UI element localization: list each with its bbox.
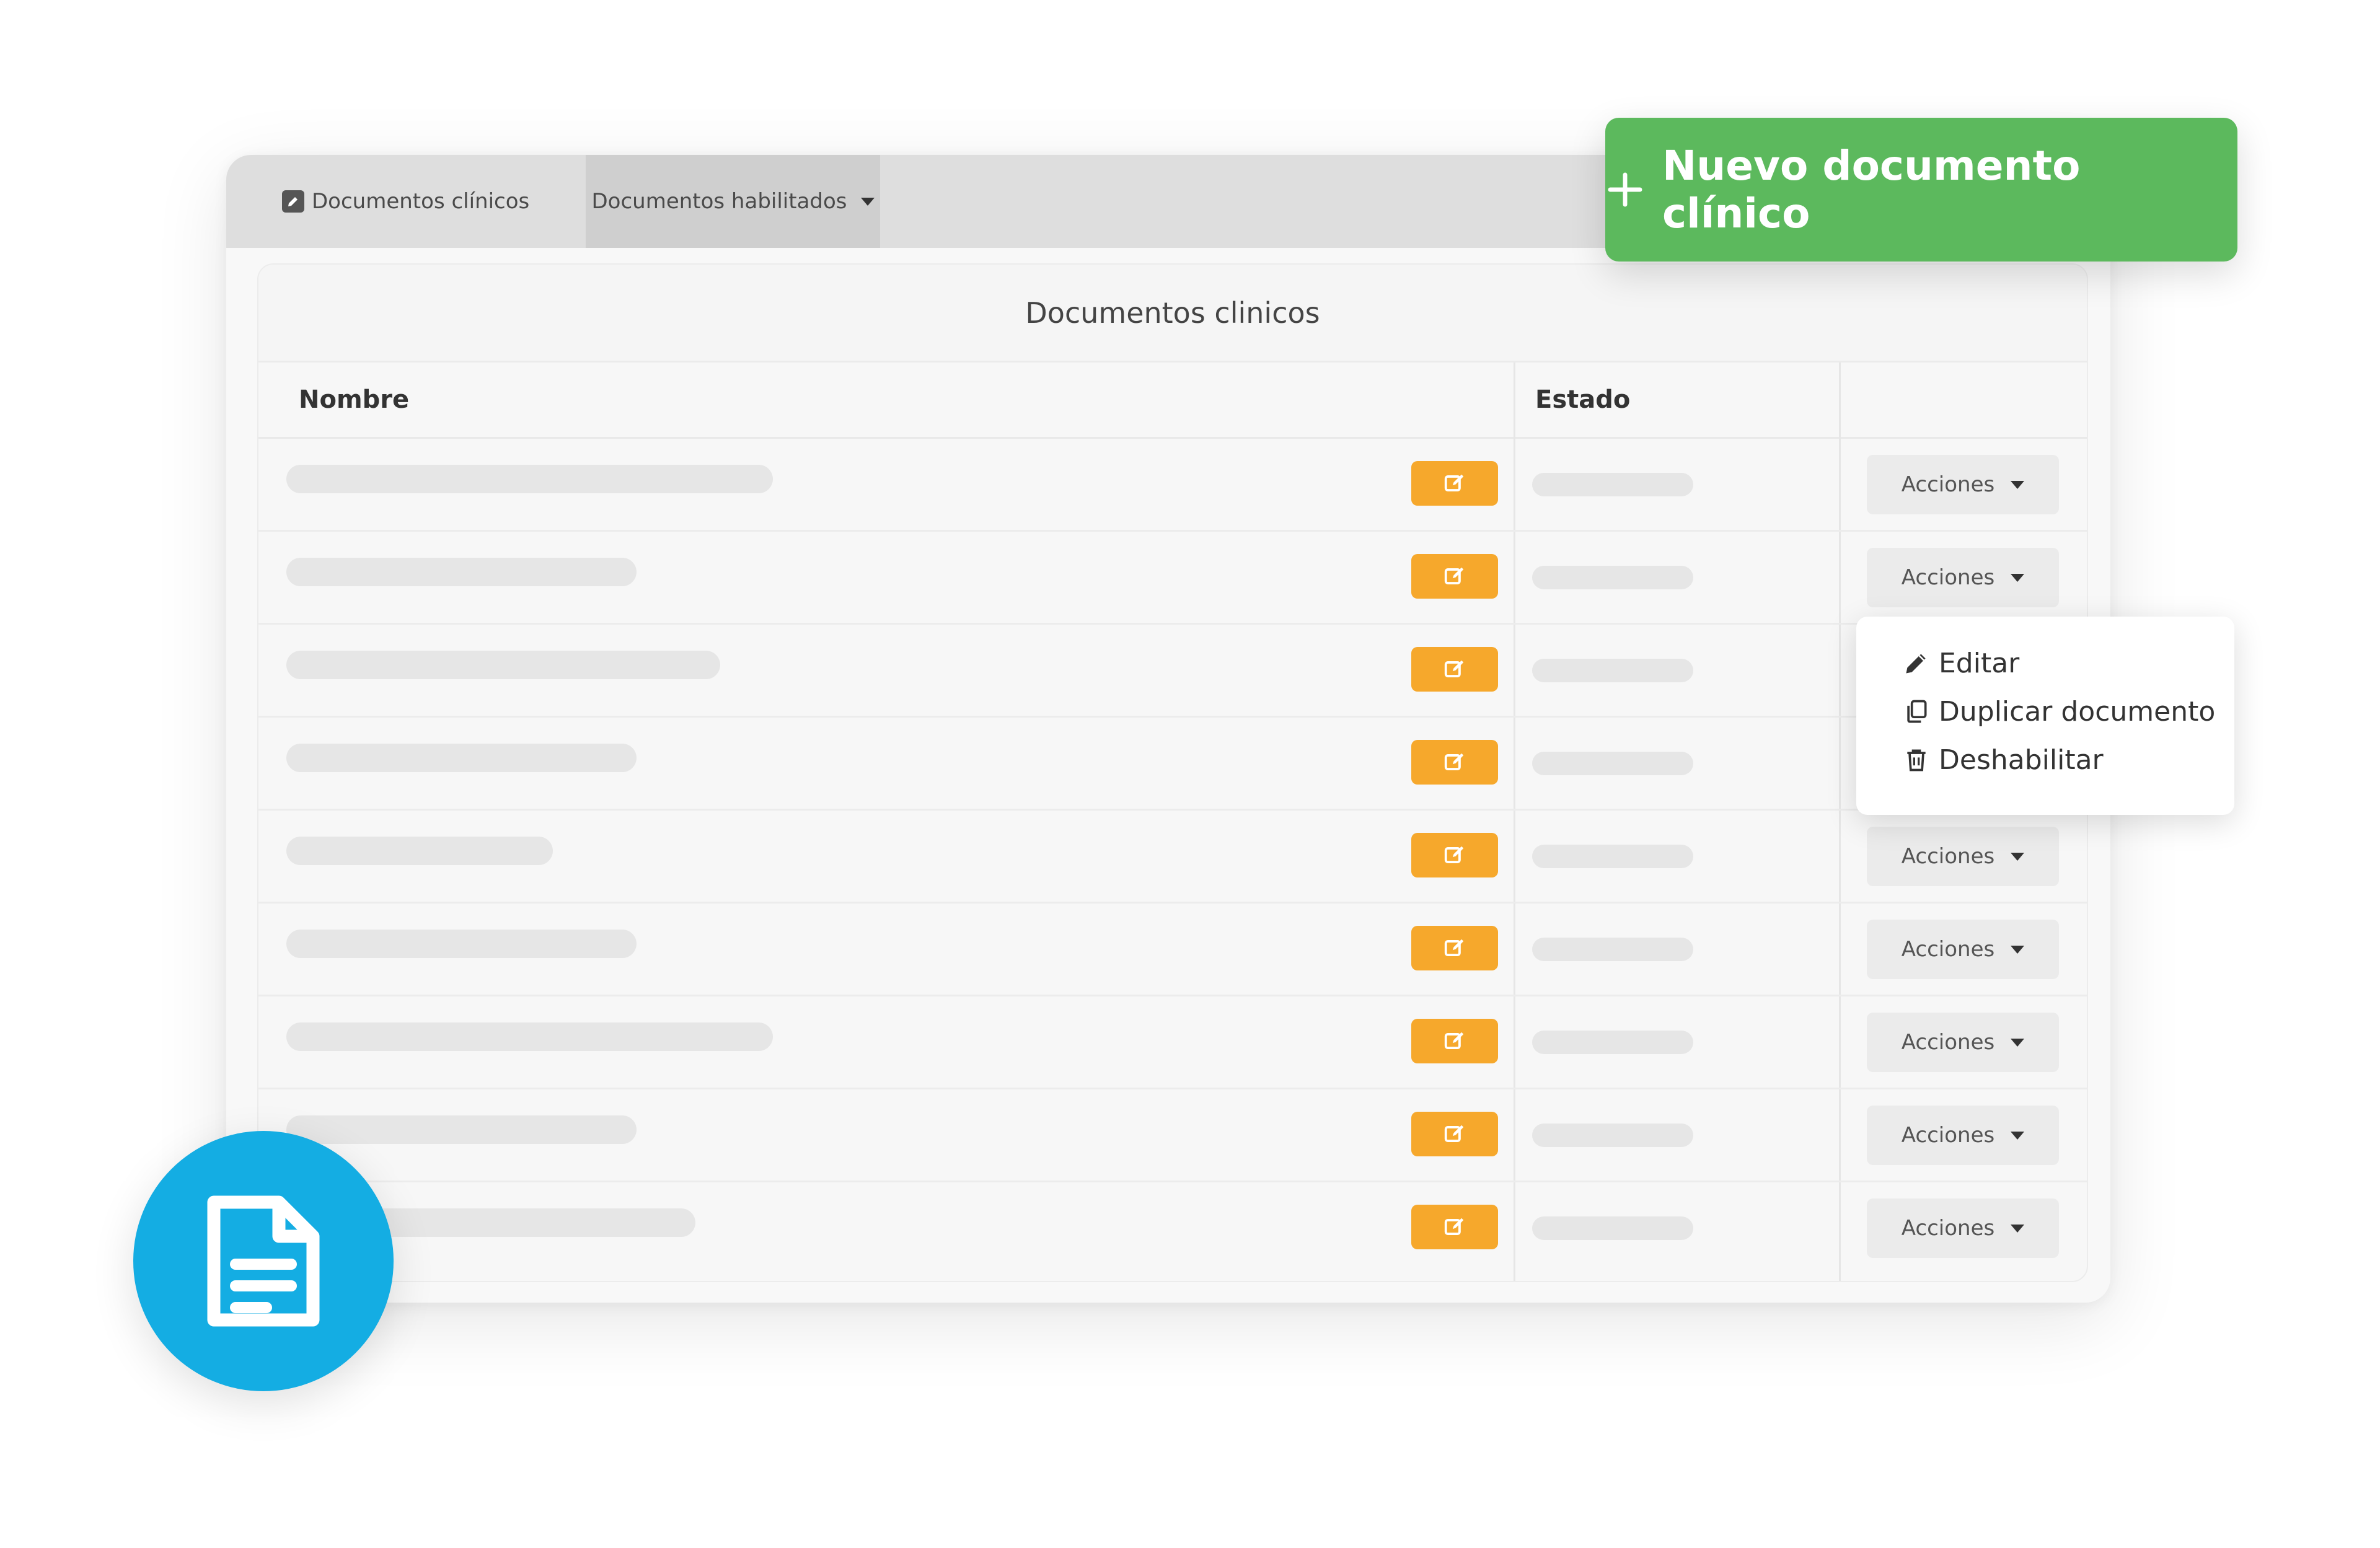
state-placeholder <box>1532 473 1693 496</box>
table-row: Acciones <box>258 439 2087 532</box>
tab-documentos-clinicos[interactable]: Documentos clínicos <box>282 155 529 248</box>
menu-item-deshabilitar[interactable]: Deshabilitar <box>1903 738 2104 781</box>
edit-button[interactable] <box>1411 554 1498 599</box>
chevron-down-icon <box>860 197 875 206</box>
acciones-button[interactable]: Acciones <box>1867 1198 2059 1258</box>
acciones-dropdown-menu: Editar Duplicar documento Deshabilitar <box>1856 617 2234 815</box>
table-row <box>258 625 2087 718</box>
name-placeholder <box>286 1115 637 1144</box>
copy-icon <box>1907 700 1927 723</box>
new-document-button[interactable]: Nuevo documento clínico <box>1605 118 2237 262</box>
edit-icon <box>1444 1032 1464 1049</box>
chevron-down-icon <box>2011 480 2025 489</box>
documents-panel: Documentos clinicos Nombre Estado Accion… <box>257 263 2088 1282</box>
acciones-label: Acciones <box>1901 1030 1995 1055</box>
plus-icon <box>1605 170 1645 209</box>
name-placeholder <box>286 651 720 679</box>
new-document-label: Nuevo documento clínico <box>1662 142 2081 237</box>
acciones-button[interactable]: Acciones <box>1867 548 2059 607</box>
chevron-down-icon <box>2011 1131 2025 1140</box>
table-row: Acciones <box>258 904 2087 996</box>
column-header-estado: Estado <box>1535 385 1631 414</box>
panel-title: Documentos clinicos <box>258 265 2087 363</box>
acciones-label: Acciones <box>1901 844 1995 869</box>
edit-button[interactable] <box>1411 647 1498 692</box>
menu-item-label: Duplicar documento <box>1939 695 2216 728</box>
acciones-button[interactable]: Acciones <box>1867 827 2059 886</box>
name-placeholder <box>286 744 637 772</box>
edit-icon <box>1444 1218 1464 1235</box>
table-row <box>258 718 2087 811</box>
acciones-button[interactable]: Acciones <box>1867 455 2059 514</box>
tab-label: Documentos habilitados <box>591 189 847 214</box>
acciones-label: Acciones <box>1901 1123 1995 1148</box>
edit-button[interactable] <box>1411 926 1498 970</box>
table-row: Acciones <box>258 996 2087 1089</box>
app-window: Documentos clínicos Documentos habilitad… <box>226 155 2110 1303</box>
chevron-down-icon <box>2011 1038 2025 1047</box>
state-placeholder <box>1532 566 1693 589</box>
table-body: Acciones Acciones Acciones Acciones Acci… <box>258 439 2087 1273</box>
chevron-down-icon <box>2011 852 2025 861</box>
menu-item-duplicar[interactable]: Duplicar documento <box>1903 690 2215 733</box>
name-placeholder <box>286 558 637 586</box>
acciones-label: Acciones <box>1901 472 1995 497</box>
name-placeholder <box>286 1022 773 1051</box>
edit-icon <box>1444 474 1464 491</box>
acciones-label: Acciones <box>1901 565 1995 590</box>
tab-documentos-habilitados[interactable]: Documentos habilitados <box>586 155 880 248</box>
chevron-down-icon <box>2011 945 2025 954</box>
acciones-button[interactable]: Acciones <box>1867 1106 2059 1165</box>
name-placeholder <box>286 837 553 865</box>
name-placeholder <box>286 465 773 493</box>
table-row: Acciones <box>258 1182 2087 1273</box>
edit-icon <box>282 190 304 213</box>
edit-button[interactable] <box>1411 1112 1498 1156</box>
table-row: Acciones <box>258 532 2087 625</box>
table-row: Acciones <box>258 1089 2087 1182</box>
edit-icon <box>1444 846 1464 863</box>
edit-icon <box>1444 1125 1464 1142</box>
table-header: Nombre Estado <box>258 363 2087 439</box>
document-badge <box>133 1131 394 1391</box>
menu-item-editar[interactable]: Editar <box>1903 641 2019 685</box>
acciones-button[interactable]: Acciones <box>1867 920 2059 979</box>
edit-icon <box>1444 939 1464 956</box>
chevron-down-icon <box>2011 573 2025 582</box>
state-placeholder <box>1532 659 1693 682</box>
edit-icon <box>1444 660 1464 677</box>
acciones-label: Acciones <box>1901 937 1995 962</box>
edit-button[interactable] <box>1411 833 1498 877</box>
menu-item-label: Deshabilitar <box>1939 744 2104 776</box>
state-placeholder <box>1532 938 1693 961</box>
menu-item-label: Editar <box>1939 647 2020 679</box>
document-icon <box>207 1195 320 1327</box>
edit-icon <box>1444 753 1464 770</box>
chevron-down-icon <box>2011 1224 2025 1233</box>
state-placeholder <box>1532 1124 1693 1147</box>
table-row: Acciones <box>258 811 2087 904</box>
edit-icon <box>1444 567 1464 584</box>
edit-button[interactable] <box>1411 740 1498 785</box>
tab-label: Documentos clínicos <box>312 189 530 214</box>
state-placeholder <box>1532 1031 1693 1054</box>
trash-icon <box>1907 749 1926 772</box>
edit-button[interactable] <box>1411 1019 1498 1063</box>
acciones-label: Acciones <box>1901 1216 1995 1241</box>
column-header-nombre: Nombre <box>299 385 410 414</box>
edit-button[interactable] <box>1411 1205 1498 1249</box>
name-placeholder <box>286 930 637 958</box>
state-placeholder <box>1532 752 1693 775</box>
pencil-icon <box>1906 654 1926 674</box>
acciones-button[interactable]: Acciones <box>1867 1013 2059 1072</box>
state-placeholder <box>1532 1216 1693 1240</box>
edit-button[interactable] <box>1411 461 1498 506</box>
state-placeholder <box>1532 845 1693 868</box>
